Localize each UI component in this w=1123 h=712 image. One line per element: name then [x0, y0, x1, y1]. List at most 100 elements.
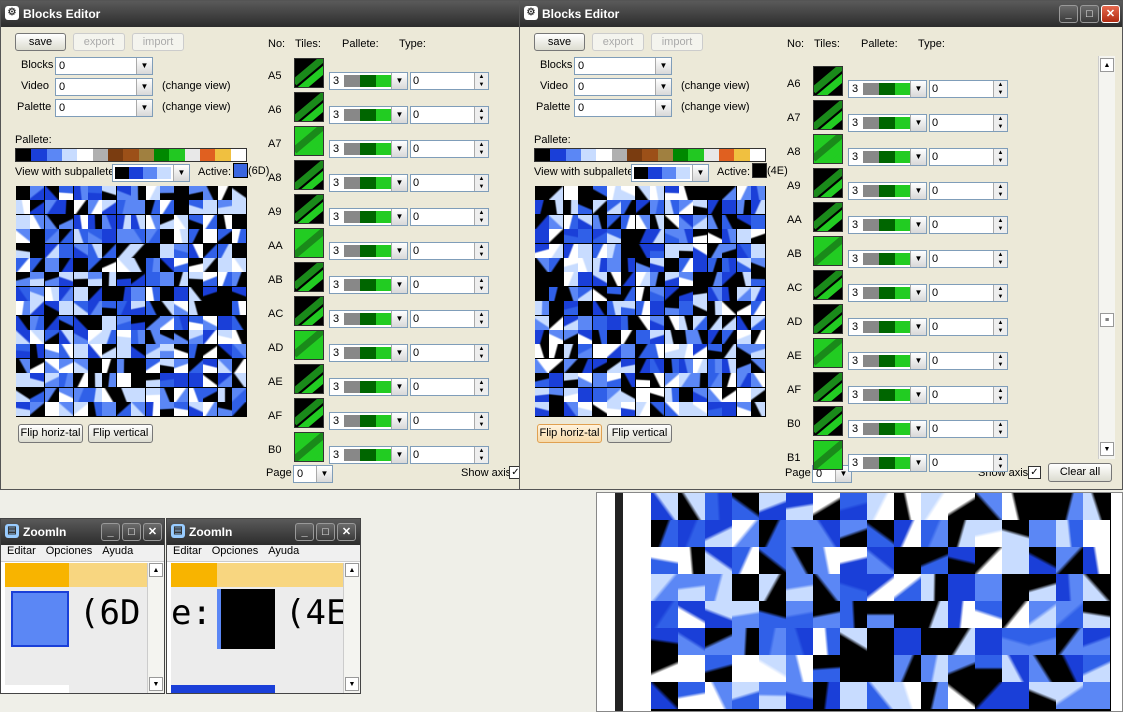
tile[interactable] — [102, 200, 117, 215]
tile[interactable] — [736, 258, 751, 272]
block-pallete-select[interactable]: 3 ▼ — [329, 276, 408, 294]
tile[interactable] — [563, 301, 578, 316]
tile[interactable] — [44, 344, 59, 359]
tile[interactable] — [232, 214, 246, 229]
tile[interactable] — [650, 200, 665, 215]
tile[interactable] — [535, 315, 549, 330]
tile[interactable] — [232, 358, 246, 373]
tile[interactable] — [131, 315, 146, 330]
block-pallete-select[interactable]: 3 ▼ — [848, 80, 927, 98]
tile[interactable] — [131, 243, 146, 258]
tile[interactable] — [607, 315, 621, 330]
block-pallete-select[interactable]: 3 ▼ — [848, 386, 927, 404]
tile[interactable] — [592, 373, 607, 388]
tile[interactable] — [217, 229, 232, 244]
palette-swatch[interactable] — [92, 149, 108, 161]
tile[interactable] — [44, 315, 59, 330]
save-button[interactable]: save — [15, 33, 66, 51]
tile[interactable] — [145, 258, 160, 272]
scroll-thumb[interactable]: ≡ — [1100, 313, 1114, 327]
tile[interactable] — [607, 243, 621, 258]
palette-swatch[interactable] — [16, 149, 32, 161]
tile[interactable] — [736, 272, 751, 287]
tile[interactable] — [693, 301, 708, 316]
tile[interactable] — [73, 358, 88, 373]
tile[interactable] — [693, 200, 708, 215]
tile[interactable] — [232, 286, 246, 301]
tile[interactable] — [102, 301, 117, 316]
tile[interactable] — [751, 258, 765, 272]
tile[interactable] — [30, 344, 45, 359]
tile[interactable] — [549, 272, 564, 287]
tile[interactable] — [707, 243, 722, 258]
tile[interactable] — [707, 229, 722, 244]
tile[interactable] — [751, 243, 765, 258]
tile[interactable] — [73, 229, 88, 244]
tile[interactable] — [160, 286, 174, 301]
tile[interactable] — [707, 402, 722, 416]
tile[interactable] — [751, 301, 765, 316]
tile[interactable] — [217, 387, 232, 402]
palette-swatch[interactable] — [580, 149, 597, 161]
title-bar[interactable]: ⚙ Blocks Editor _ □ ✕ — [520, 1, 1122, 27]
tile[interactable] — [88, 402, 102, 416]
tile[interactable] — [736, 229, 751, 244]
tile[interactable] — [73, 330, 88, 344]
spinner-arrows-icon[interactable]: ▲ ▼ — [474, 345, 488, 361]
tile[interactable] — [549, 358, 564, 373]
tile[interactable] — [679, 373, 693, 388]
tile[interactable] — [736, 301, 751, 316]
palette-swatch[interactable] — [672, 149, 689, 161]
tile[interactable] — [188, 243, 203, 258]
tile[interactable] — [607, 258, 621, 272]
tile[interactable] — [174, 344, 189, 359]
tile[interactable] — [16, 330, 30, 344]
title-bar[interactable]: ▤ ZoomIn _ □ ✕ — [1, 519, 164, 545]
tile[interactable] — [679, 243, 693, 258]
tile[interactable] — [30, 301, 45, 316]
tile[interactable] — [650, 358, 665, 373]
tile[interactable] — [188, 301, 203, 316]
tile[interactable] — [102, 344, 117, 359]
save-button[interactable]: save — [534, 33, 585, 51]
tile[interactable] — [751, 272, 765, 287]
tile[interactable] — [751, 402, 765, 416]
block-type-spinner[interactable]: 0 ▲ ▼ — [929, 284, 1008, 302]
tile[interactable] — [621, 272, 636, 287]
tile[interactable] — [145, 301, 160, 316]
tile[interactable] — [30, 186, 45, 200]
block-tile-preview[interactable] — [294, 228, 324, 258]
tile[interactable] — [535, 258, 549, 272]
tile[interactable] — [16, 344, 30, 359]
tile[interactable] — [131, 286, 146, 301]
tile[interactable] — [664, 229, 679, 244]
tile[interactable] — [607, 301, 621, 316]
maximize-icon[interactable]: □ — [1080, 5, 1099, 23]
tile[interactable] — [160, 402, 174, 416]
palette-swatch[interactable] — [199, 149, 216, 161]
tile[interactable] — [664, 214, 679, 229]
tile[interactable] — [679, 186, 693, 200]
tile[interactable] — [635, 272, 650, 287]
block-type-spinner[interactable]: 0 ▲ ▼ — [929, 318, 1008, 336]
tile[interactable] — [751, 315, 765, 330]
tile[interactable] — [131, 330, 146, 344]
tile[interactable] — [16, 286, 30, 301]
tile[interactable] — [621, 301, 636, 316]
spinner-arrows-icon[interactable]: ▲ ▼ — [474, 413, 488, 429]
block-tile-preview[interactable] — [294, 194, 324, 224]
tile[interactable] — [160, 301, 174, 316]
tile[interactable] — [664, 243, 679, 258]
block-type-spinner[interactable]: 0 ▲ ▼ — [410, 446, 489, 464]
tile[interactable] — [188, 344, 203, 359]
tile[interactable] — [16, 402, 30, 416]
tile[interactable] — [116, 286, 131, 301]
tile[interactable] — [664, 186, 679, 200]
tile[interactable] — [160, 272, 174, 287]
tile[interactable] — [16, 301, 30, 316]
tile[interactable] — [188, 358, 203, 373]
block-tile-preview[interactable] — [813, 338, 843, 368]
tile[interactable] — [650, 402, 665, 416]
block-tile-preview[interactable] — [813, 270, 843, 300]
spinner-arrows-icon[interactable]: ▲ ▼ — [993, 149, 1007, 165]
